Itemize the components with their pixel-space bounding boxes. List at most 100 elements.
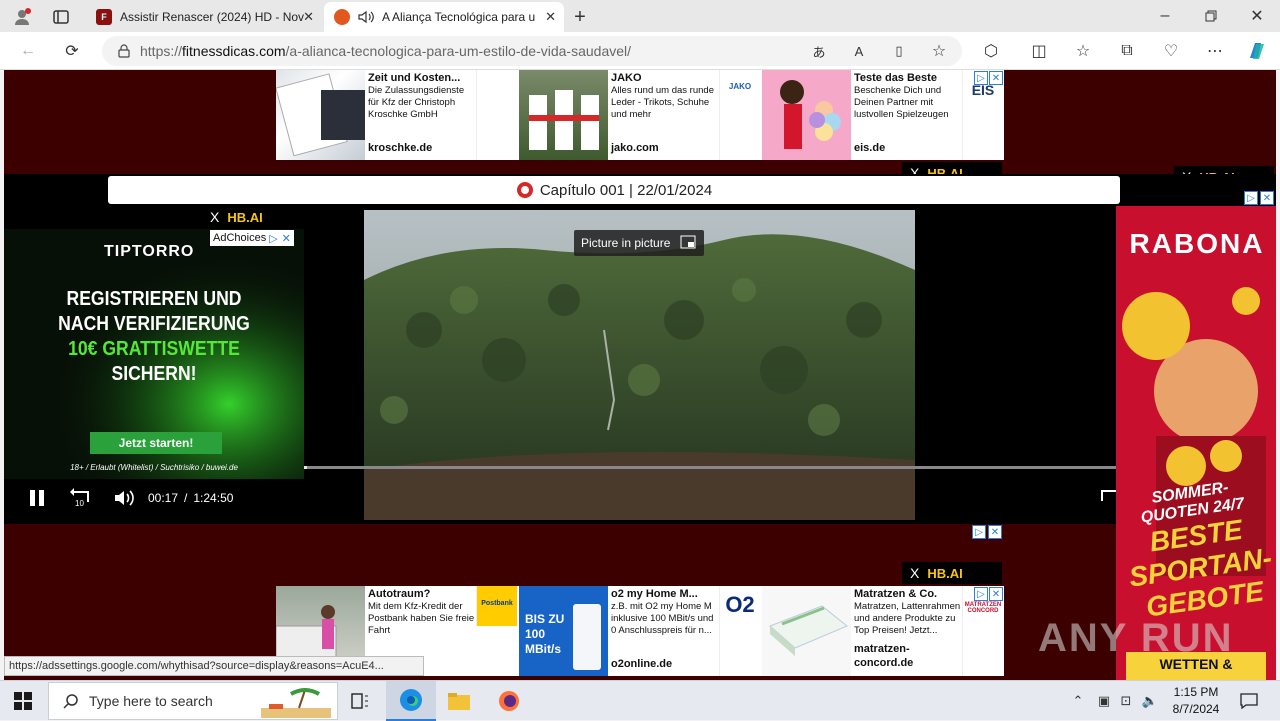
clock-date: 8/7/2024: [1172, 702, 1220, 716]
pause-icon[interactable]: [28, 489, 46, 507]
ad-card[interactable]: JAKO Alles rund um das runde Leder - Trik…: [519, 70, 762, 160]
show-hidden-icons-icon[interactable]: ⌃: [1068, 691, 1088, 711]
picture-in-picture-button[interactable]: Picture in picture: [574, 230, 704, 256]
forward-10-icon[interactable]: [1098, 486, 1118, 508]
minimize-icon[interactable]: –: [1150, 4, 1180, 28]
url-path: /a-alianca-tecnologica-para-um-estilo-de…: [285, 43, 632, 59]
anyrun-watermark: ANY RUN: [1038, 616, 1234, 660]
adchoices-icon[interactable]: ▷: [974, 587, 988, 601]
more-menu-icon[interactable]: ⋯: [1204, 40, 1226, 62]
task-view-icon[interactable]: [348, 689, 372, 713]
tiptorro-ad[interactable]: TIPTORRO AdChoices ▷ ✕ REGISTRIEREN UND …: [4, 229, 304, 479]
ad-close-icon[interactable]: ✕: [989, 587, 1003, 601]
ad-desc: Alles rund um das runde Leder - Trikots,…: [611, 85, 714, 120]
lock-icon[interactable]: [118, 44, 130, 58]
ad-close-icon[interactable]: ✕: [1260, 191, 1274, 205]
ad-desc: Beschenke Dich und Deinen Partner mit lu…: [854, 85, 949, 120]
ad-headline-1: REGISTRIEREN UND: [66, 288, 242, 310]
network-icon[interactable]: ▣: [1094, 691, 1114, 711]
ad-card[interactable]: Zeit und Kosten... Die Zulassungsdienste …: [276, 70, 519, 160]
hb-ad-bar: X HB.AI: [202, 206, 302, 228]
immersive-reader-icon[interactable]: ▯: [888, 41, 910, 61]
adchoices-icon[interactable]: ▷: [972, 525, 986, 539]
split-screen-icon[interactable]: ◫: [1028, 40, 1050, 62]
notifications-icon[interactable]: [1238, 690, 1260, 712]
hb-ad-bar: X HB.AI: [902, 562, 1002, 584]
address-toolbar: ← ⟳ https://fitnessdicas.com/a-alianca-t…: [0, 32, 1280, 70]
status-link-url: https://adssettings.google.com/whythisad…: [4, 656, 424, 676]
search-icon: [63, 693, 79, 709]
tab-actions-icon[interactable]: [50, 6, 72, 28]
adchoices-icon[interactable]: ▷: [974, 71, 988, 85]
tab-title: A Aliança Tecnológica para u: [382, 10, 536, 24]
url-host: fitnessdicas.com: [182, 43, 286, 59]
time-separator: /: [184, 491, 188, 505]
edge-taskbar-button[interactable]: [386, 681, 436, 721]
rewind-10-icon[interactable]: 10: [70, 488, 92, 508]
profile-icon[interactable]: [10, 6, 34, 28]
ad-headline-3: 10€ GRATTISWETTE: [68, 338, 240, 360]
clock-time: 1:15 PM: [1173, 685, 1219, 699]
ad-card[interactable]: BIS ZU 100 MBit/s o2 my Home M... z.B. mi…: [519, 586, 762, 676]
file-explorer-icon[interactable]: [446, 689, 472, 713]
current-time: 00:17: [148, 491, 179, 505]
site-favicon-icon: [334, 9, 350, 25]
close-ad-icon[interactable]: X: [910, 565, 919, 581]
hb-logo: HB.AI: [227, 209, 263, 225]
ad-card[interactable]: Matratzen & Co. Matratzen, Lattenrahmen u…: [762, 586, 1004, 676]
restore-icon[interactable]: [1196, 4, 1226, 28]
close-ad-icon[interactable]: X: [210, 209, 219, 225]
video-frame[interactable]: [364, 210, 915, 520]
extensions-icon[interactable]: ⬡: [980, 40, 1002, 62]
ad-title: o2 my Home M...: [611, 588, 698, 600]
ad-domain: matratzen-concord.de: [854, 643, 914, 669]
ad-image: [276, 70, 365, 160]
collections-icon[interactable]: ⧉: [1116, 40, 1138, 62]
record-icon: [516, 181, 534, 199]
rabona-logo: RABONA: [1129, 228, 1265, 259]
tab-alianca[interactable]: A Aliança Tecnológica para u ✕: [324, 2, 564, 32]
close-tab-icon[interactable]: ✕: [545, 9, 556, 25]
refresh-icon[interactable]: ⟳: [60, 40, 84, 62]
ad-logo: JAKO: [719, 70, 760, 160]
ad-cta-button[interactable]: Jetzt starten!: [90, 432, 222, 454]
new-tab-icon[interactable]: +: [568, 5, 592, 29]
close-tab-icon[interactable]: ✕: [303, 9, 314, 25]
favorite-star-icon[interactable]: ☆: [928, 41, 950, 61]
ad-close-icon[interactable]: ✕: [282, 232, 291, 245]
firefox-icon[interactable]: [496, 689, 522, 713]
back-icon[interactable]: ←: [16, 40, 40, 62]
close-window-icon[interactable]: ✕: [1242, 4, 1272, 28]
ad-close-icon[interactable]: ✕: [989, 71, 1003, 85]
adchoices-icon[interactable]: ▷: [269, 232, 277, 245]
clock[interactable]: 1:15 PM 8/7/2024: [1166, 684, 1226, 718]
audio-playing-icon[interactable]: [358, 10, 374, 24]
performance-icon[interactable]: ♡: [1160, 40, 1182, 62]
ad-logo: [476, 70, 517, 160]
windows-taskbar: Type here to search ⌃ ▣ ⊡ 🔈 1:15 PM 8/7/…: [0, 680, 1280, 721]
svg-text:10: 10: [75, 499, 84, 508]
windows-start-icon[interactable]: [12, 690, 34, 712]
volume-tray-icon[interactable]: 🔈: [1140, 691, 1160, 711]
ad-fineprint: 18+ / Erlaubt (Whitelist) / Suchtrisiko …: [70, 463, 238, 472]
progress-bar[interactable]: [304, 466, 1120, 469]
rabona-ad[interactable]: RABONA SOMMER- QUOTEN 24/7 BESTE SPORTAN…: [1116, 206, 1276, 680]
web-page: Zeit und Kosten... Die Zulassungsdienste …: [4, 70, 1276, 680]
hb-logo: HB.AI: [927, 565, 963, 581]
adchoices-label[interactable]: AdChoices ▷ ✕: [210, 230, 294, 246]
copilot-icon[interactable]: [1244, 39, 1270, 63]
ad-card[interactable]: Teste das Beste Beschenke Dich und Deinen…: [762, 70, 1004, 160]
read-aloud-icon[interactable]: A: [848, 41, 870, 61]
tab-renascer[interactable]: F Assistir Renascer (2024) HD - Nov ✕: [86, 2, 322, 32]
taskbar-search-box[interactable]: Type here to search: [48, 682, 338, 720]
translate-icon[interactable]: あ: [808, 41, 830, 61]
ad-headline-4: SICHERN!: [111, 363, 197, 385]
address-bar[interactable]: https://fitnessdicas.com/a-alianca-tecno…: [102, 36, 962, 66]
wifi-icon[interactable]: ⊡: [1116, 691, 1136, 711]
duration: 1:24:50: [193, 491, 234, 505]
volume-icon[interactable]: [114, 489, 136, 507]
ad-image: [762, 70, 851, 160]
adchoices-icon[interactable]: ▷: [1244, 191, 1258, 205]
favorites-icon[interactable]: ☆: [1072, 40, 1094, 62]
ad-close-icon[interactable]: ✕: [988, 525, 1002, 539]
